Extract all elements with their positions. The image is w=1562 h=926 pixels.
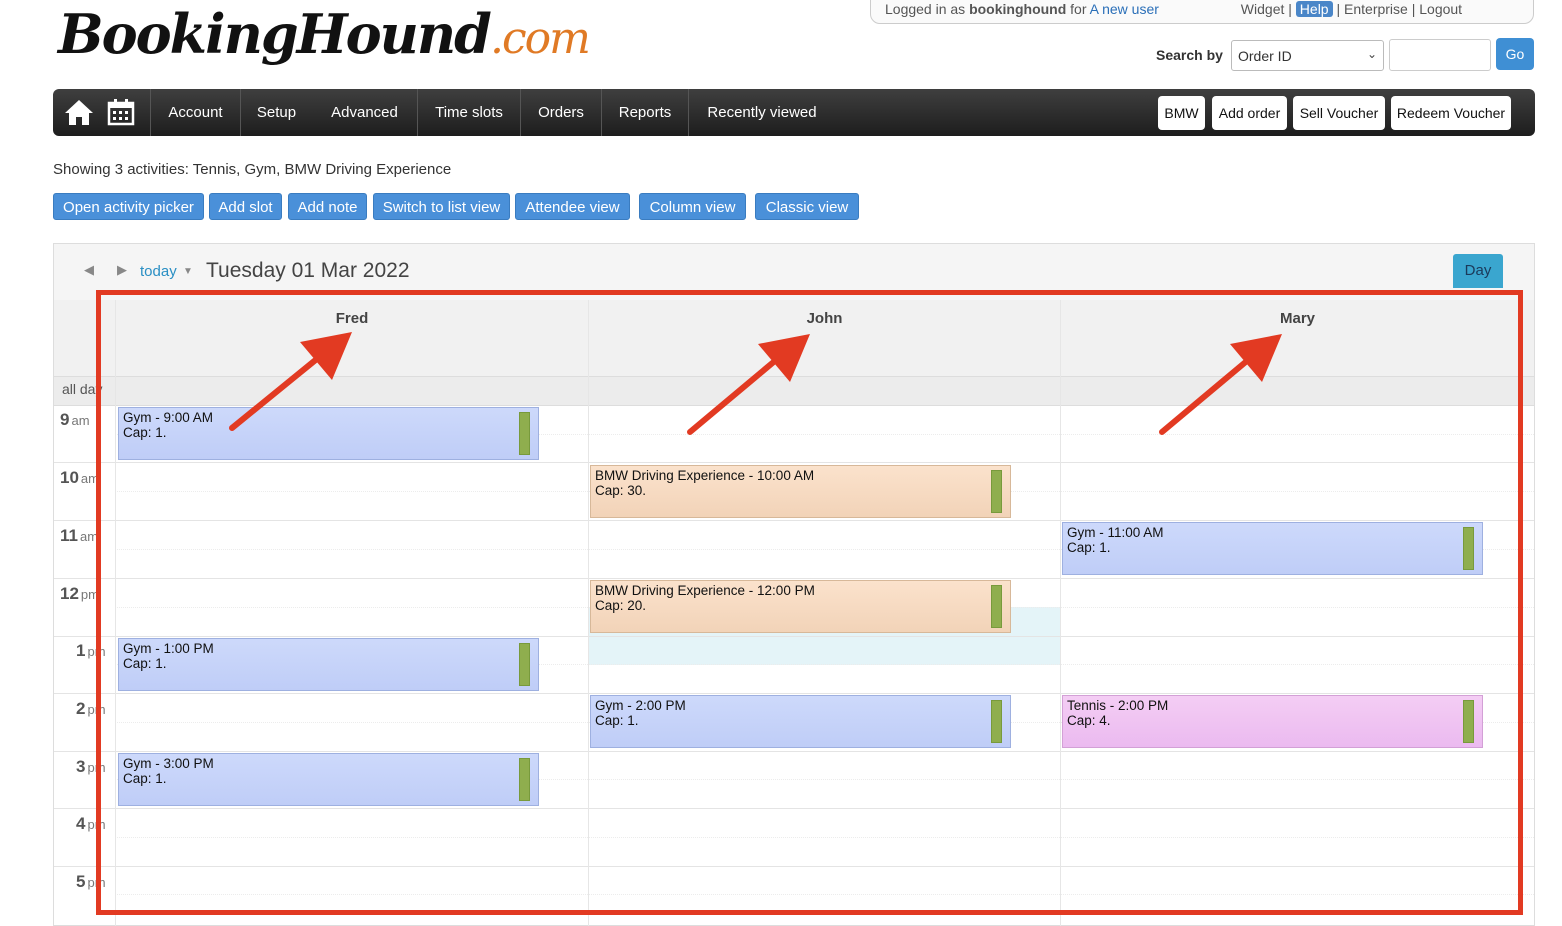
add-note-button[interactable]: Add note [288, 193, 367, 220]
home-icon[interactable] [63, 97, 95, 132]
bmw-button[interactable]: BMW [1158, 96, 1205, 130]
switch-to-list-view-button[interactable]: Switch to list view [373, 193, 510, 220]
search-input[interactable] [1389, 39, 1491, 71]
annotation-highlight-box [96, 290, 1523, 915]
search-by-select[interactable]: Order ID ⌄ [1231, 40, 1384, 71]
nav-time-slots[interactable]: Time slots [417, 89, 520, 136]
attendee-view-button[interactable]: Attendee view [515, 193, 630, 220]
enterprise-link[interactable]: Enterprise [1344, 1, 1408, 17]
for-text: for [1066, 1, 1090, 17]
next-day-icon[interactable]: ▶ [117, 262, 127, 278]
column-view-button[interactable]: Column view [639, 193, 746, 220]
sell-voucher-button[interactable]: Sell Voucher [1293, 96, 1385, 130]
open-activity-picker-button[interactable]: Open activity picker [53, 193, 204, 220]
chevron-down-icon: ⌄ [1366, 47, 1377, 61]
calendar-icon[interactable] [107, 98, 135, 131]
search-by-label: Search by [1156, 47, 1223, 63]
showing-activities-text: Showing 3 activities: Tennis, Gym, BMW D… [53, 161, 452, 178]
redeem-voucher-button[interactable]: Redeem Voucher [1391, 96, 1511, 130]
add-order-button[interactable]: Add order [1212, 96, 1287, 130]
calendar-date-title: Tuesday 01 Mar 2022 [206, 259, 410, 282]
nav-account[interactable]: Account [150, 89, 240, 136]
logged-in-text: Logged in as [885, 1, 970, 17]
day-view-button[interactable]: Day [1453, 254, 1503, 288]
main-navbar: Account Setup Advanced Time slots Orders… [53, 89, 1535, 136]
nav-recently-viewed[interactable]: Recently viewed [688, 89, 835, 136]
search-by-selected: Order ID [1238, 48, 1292, 64]
go-button[interactable]: Go [1496, 38, 1534, 70]
new-user-link[interactable]: A new user [1090, 1, 1159, 17]
help-link[interactable]: Help [1295, 1, 1333, 17]
widget-link[interactable]: Widget [1241, 1, 1285, 17]
classic-view-button[interactable]: Classic view [755, 193, 859, 220]
nav-orders[interactable]: Orders [520, 89, 601, 136]
nav-setup[interactable]: Setup [240, 89, 312, 136]
account-topbar: Logged in as bookinghound for A new user… [870, 0, 1534, 24]
today-dropdown-icon[interactable]: ▼ [183, 266, 193, 277]
logout-link[interactable]: Logout [1419, 1, 1462, 17]
prev-day-icon[interactable]: ◀ [84, 262, 94, 278]
today-link[interactable]: today [140, 263, 177, 280]
logged-in-user: bookinghound [969, 1, 1067, 17]
bookinghound-logo[interactable]: BookingHound.com [58, 2, 591, 66]
add-slot-button[interactable]: Add slot [209, 193, 282, 220]
nav-reports[interactable]: Reports [601, 89, 688, 136]
nav-advanced[interactable]: Advanced [312, 89, 417, 136]
